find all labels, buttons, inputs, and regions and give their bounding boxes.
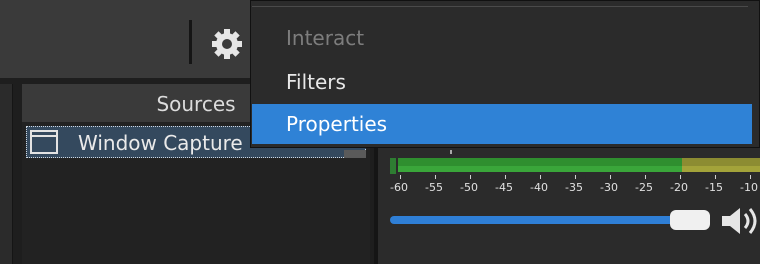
toolbar-separator: [189, 20, 192, 64]
menu-item-properties[interactable]: Properties: [252, 104, 752, 144]
window-icon: [30, 130, 58, 154]
source-item-label: Window Capture: [78, 131, 243, 155]
tick-mark: [715, 175, 716, 179]
tick-label: -15: [705, 181, 723, 194]
speaker-icon[interactable]: [718, 204, 760, 238]
tick-mark: [610, 175, 611, 179]
scrollbar-handle[interactable]: [344, 150, 366, 158]
tick-label: -40: [530, 181, 548, 194]
tick-label: -50: [460, 181, 478, 194]
tick-label: -55: [425, 181, 443, 194]
menu-item-interact[interactable]: Interact: [252, 18, 752, 58]
volume-slider-track[interactable]: [390, 216, 690, 224]
tick-label: -20: [670, 181, 688, 194]
gear-icon[interactable]: [207, 24, 247, 64]
tick-label: -35: [565, 181, 583, 194]
tick-mark: [540, 175, 541, 179]
meter-channel-mark: [390, 158, 396, 174]
tick-label: -10: [740, 181, 758, 194]
menu-separator: [252, 6, 748, 7]
tick-label: -25: [635, 181, 653, 194]
tick-mark: [645, 175, 646, 179]
tick-mark: [505, 175, 506, 179]
tick-mark: [575, 175, 576, 179]
scenes-dock-edge: [0, 84, 13, 264]
meter-scale: -60 -55 -50 -45 -40 -35 -30 -25 -20 -15 …: [390, 175, 760, 199]
tick-mark: [680, 175, 681, 179]
volume-meter-green-lower: [398, 166, 682, 172]
tick-label: -60: [390, 181, 408, 194]
volume-meter-yellow-lower: [682, 166, 760, 172]
peak-marker: [450, 150, 452, 154]
menu-item-filters[interactable]: Filters: [252, 62, 752, 102]
tick-mark: [470, 175, 471, 179]
volume-slider-handle[interactable]: [670, 210, 710, 230]
tick-label: -45: [495, 181, 513, 194]
tick-mark: [400, 175, 401, 179]
tick-mark: [750, 175, 751, 179]
tick-label: -30: [600, 181, 618, 194]
tick-mark: [435, 175, 436, 179]
